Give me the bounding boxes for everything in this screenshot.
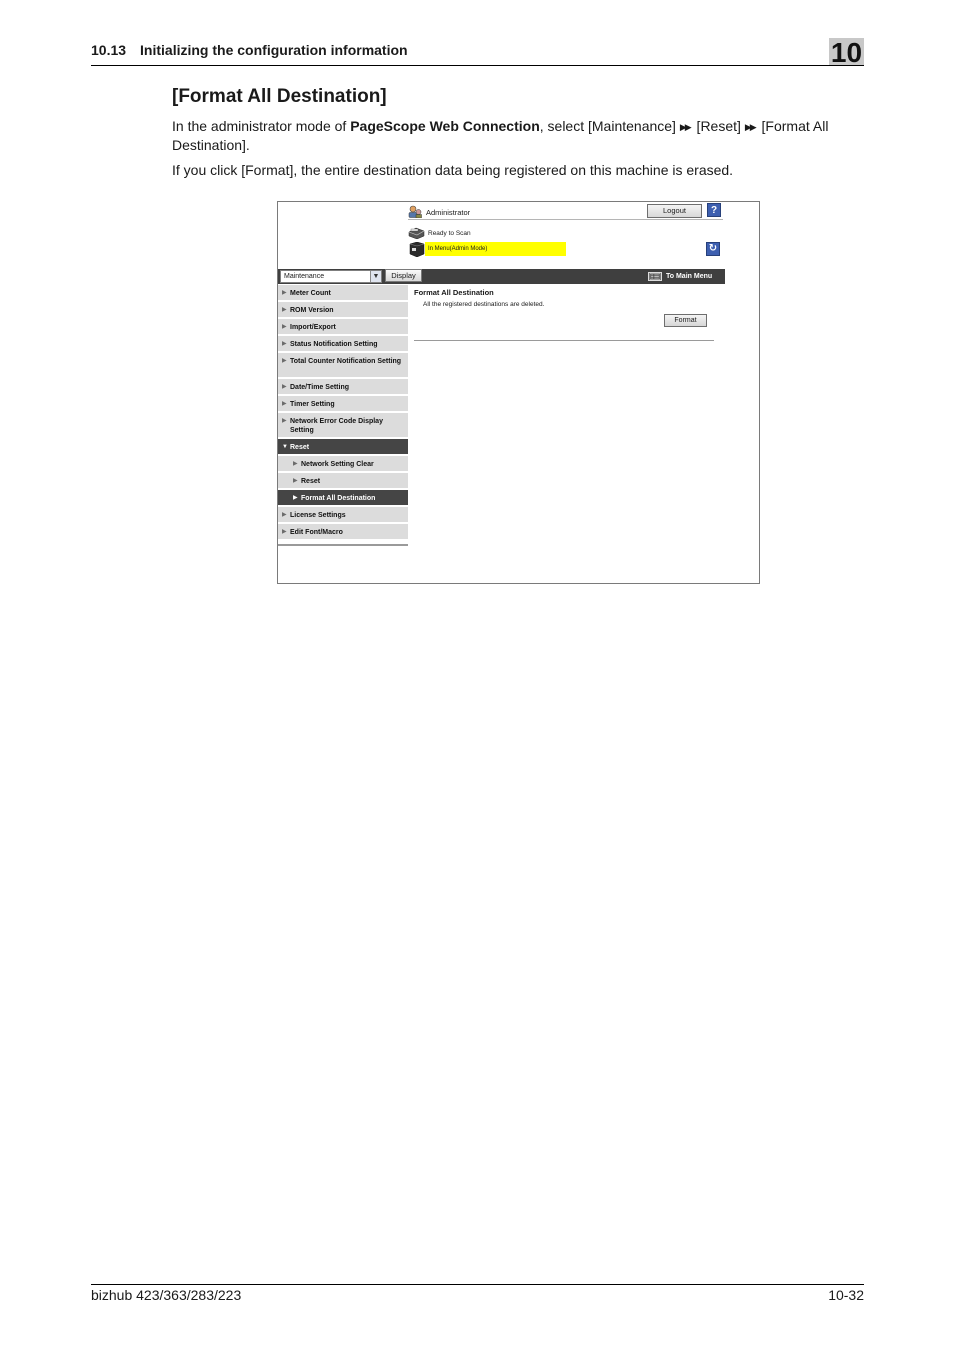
format-button[interactable]: Format	[664, 314, 707, 327]
status-text: Ready to Scan	[428, 230, 471, 237]
instruction-paragraph: In the administrator mode of PageScope W…	[172, 117, 862, 154]
para1-bold: PageScope Web Connection	[350, 118, 540, 134]
sidebar-item-label: Network Setting Clear	[301, 461, 374, 468]
arrow-right-icon: ▶	[282, 401, 287, 407]
page-number: 10-32	[828, 1287, 864, 1303]
sidebar-item-edit-font-macro[interactable]: ▶ Edit Font/Macro	[278, 524, 408, 541]
admin-label: Administrator	[426, 208, 471, 217]
arrow-right-icon: ▶	[282, 512, 287, 518]
arrow-right-icon: ▶	[282, 324, 287, 330]
double-arrow-icon: ▶▶	[744, 122, 757, 132]
sidebar-item-label: Timer Setting	[290, 401, 335, 408]
sidebar-item-label: Import/Export	[290, 324, 336, 331]
arrow-right-icon: ▶	[282, 307, 287, 313]
display-button[interactable]: Display	[385, 269, 422, 282]
sidebar-item-reset-expanded[interactable]: ▼ Reset	[278, 439, 408, 456]
footer-rule	[91, 1284, 864, 1285]
arrow-right-icon: ▶	[282, 418, 287, 424]
sidebar-item-timer-setting[interactable]: ▶ Timer Setting	[278, 396, 408, 413]
category-select[interactable]: Maintenance ▼	[280, 270, 382, 283]
content-description: All the registered destinations are dele…	[423, 301, 545, 308]
arrow-down-icon: ▼	[282, 444, 288, 450]
sidebar-item-label: Status Notification Setting	[290, 341, 378, 348]
content-title: Format All Destination	[414, 288, 494, 297]
sidebar-item-label: Date/Time Setting	[290, 384, 349, 391]
sidebar-item-import-export[interactable]: ▶ Import/Export	[278, 319, 408, 336]
section-number: 10.13	[91, 42, 127, 58]
machine-icon	[409, 242, 425, 257]
arrow-right-icon: ▶	[293, 478, 298, 484]
header-rule	[91, 65, 864, 66]
sidebar-item-label: Reset	[290, 444, 310, 451]
sidebar-item-label: Edit Font/Macro	[290, 529, 343, 536]
refresh-button[interactable]: ↻	[706, 242, 720, 256]
content-rule	[414, 340, 714, 341]
arrow-right-icon: ▶	[282, 384, 287, 390]
note-paragraph: If you click [Format], the entire destin…	[172, 162, 734, 178]
sidebar-item-status-notification[interactable]: ▶ Status Notification Setting	[278, 336, 408, 353]
sidebar-item-label: ROM Version	[290, 307, 334, 314]
page-title: [Format All Destination]	[172, 86, 387, 107]
sidebar-item-rom-version[interactable]: ▶ ROM Version	[278, 302, 408, 319]
para1-text-b: , select [Maintenance]	[539, 118, 680, 134]
to-main-menu-link[interactable]: To Main Menu	[666, 271, 712, 282]
arrow-right-icon: ▶	[293, 495, 298, 501]
mode-status-banner: In Menu(Admin Mode)	[425, 242, 566, 256]
category-select-value: Maintenance	[284, 273, 325, 280]
sidebar-item-label: License Settings	[290, 512, 346, 519]
arrow-right-icon: ▶	[282, 290, 287, 296]
sidebar-item-label: Total Counter Notification Setting	[290, 358, 402, 365]
running-header: 10.13 Initializing the configuration info…	[91, 42, 408, 58]
sidebar-item-label: Network Error Code Display Setting	[290, 418, 383, 434]
para1-text-c: [Reset]	[692, 118, 745, 134]
main-menu-icon	[648, 272, 662, 281]
footer-model: bizhub 423/363/283/223	[91, 1287, 242, 1303]
section-title: Initializing the configuration informati…	[140, 42, 408, 58]
sidebar-subitem-format-all-destination[interactable]: ▶ Format All Destination	[278, 490, 408, 507]
sidebar-bottom-rule	[278, 544, 408, 546]
sidebar-item-total-counter-notification[interactable]: ▶ Total Counter Notification Setting	[278, 353, 408, 379]
sidebar-subitem-network-setting-clear[interactable]: ▶ Network Setting Clear	[278, 456, 408, 473]
sidebar-item-meter-count[interactable]: ▶ Meter Count	[278, 285, 408, 302]
refresh-icon: ↻	[708, 243, 718, 254]
sidebar-item-label: Format All Destination	[301, 495, 376, 502]
administrator-icon	[408, 205, 422, 218]
logout-button[interactable]: Logout	[647, 204, 702, 218]
arrow-right-icon: ▶	[293, 461, 298, 467]
sidebar-subitem-reset[interactable]: ▶ Reset	[278, 473, 408, 490]
double-arrow-icon: ▶▶	[679, 122, 692, 132]
arrow-right-icon: ▶	[282, 358, 287, 364]
sidebar-item-license-settings[interactable]: ▶ License Settings	[278, 507, 408, 524]
admin-rule	[408, 219, 723, 220]
sidebar-item-label: Meter Count	[290, 290, 331, 297]
para1-text-a: In the administrator mode of	[172, 118, 351, 134]
chapter-number-badge: 10	[829, 37, 864, 68]
sidebar-item-network-error-code[interactable]: ▶ Network Error Code Display Setting	[278, 413, 408, 439]
help-button[interactable]: ?	[707, 203, 721, 217]
arrow-right-icon: ▶	[282, 529, 287, 535]
sidebar-item-label: Reset	[301, 478, 321, 485]
arrow-right-icon: ▶	[282, 341, 287, 347]
sidebar-item-date-time[interactable]: ▶ Date/Time Setting	[278, 379, 408, 396]
chevron-down-icon: ▼	[370, 271, 381, 282]
web-connection-screenshot: Administrator Logout ? Ready to Scan In …	[277, 201, 760, 584]
printer-icon	[408, 227, 425, 239]
